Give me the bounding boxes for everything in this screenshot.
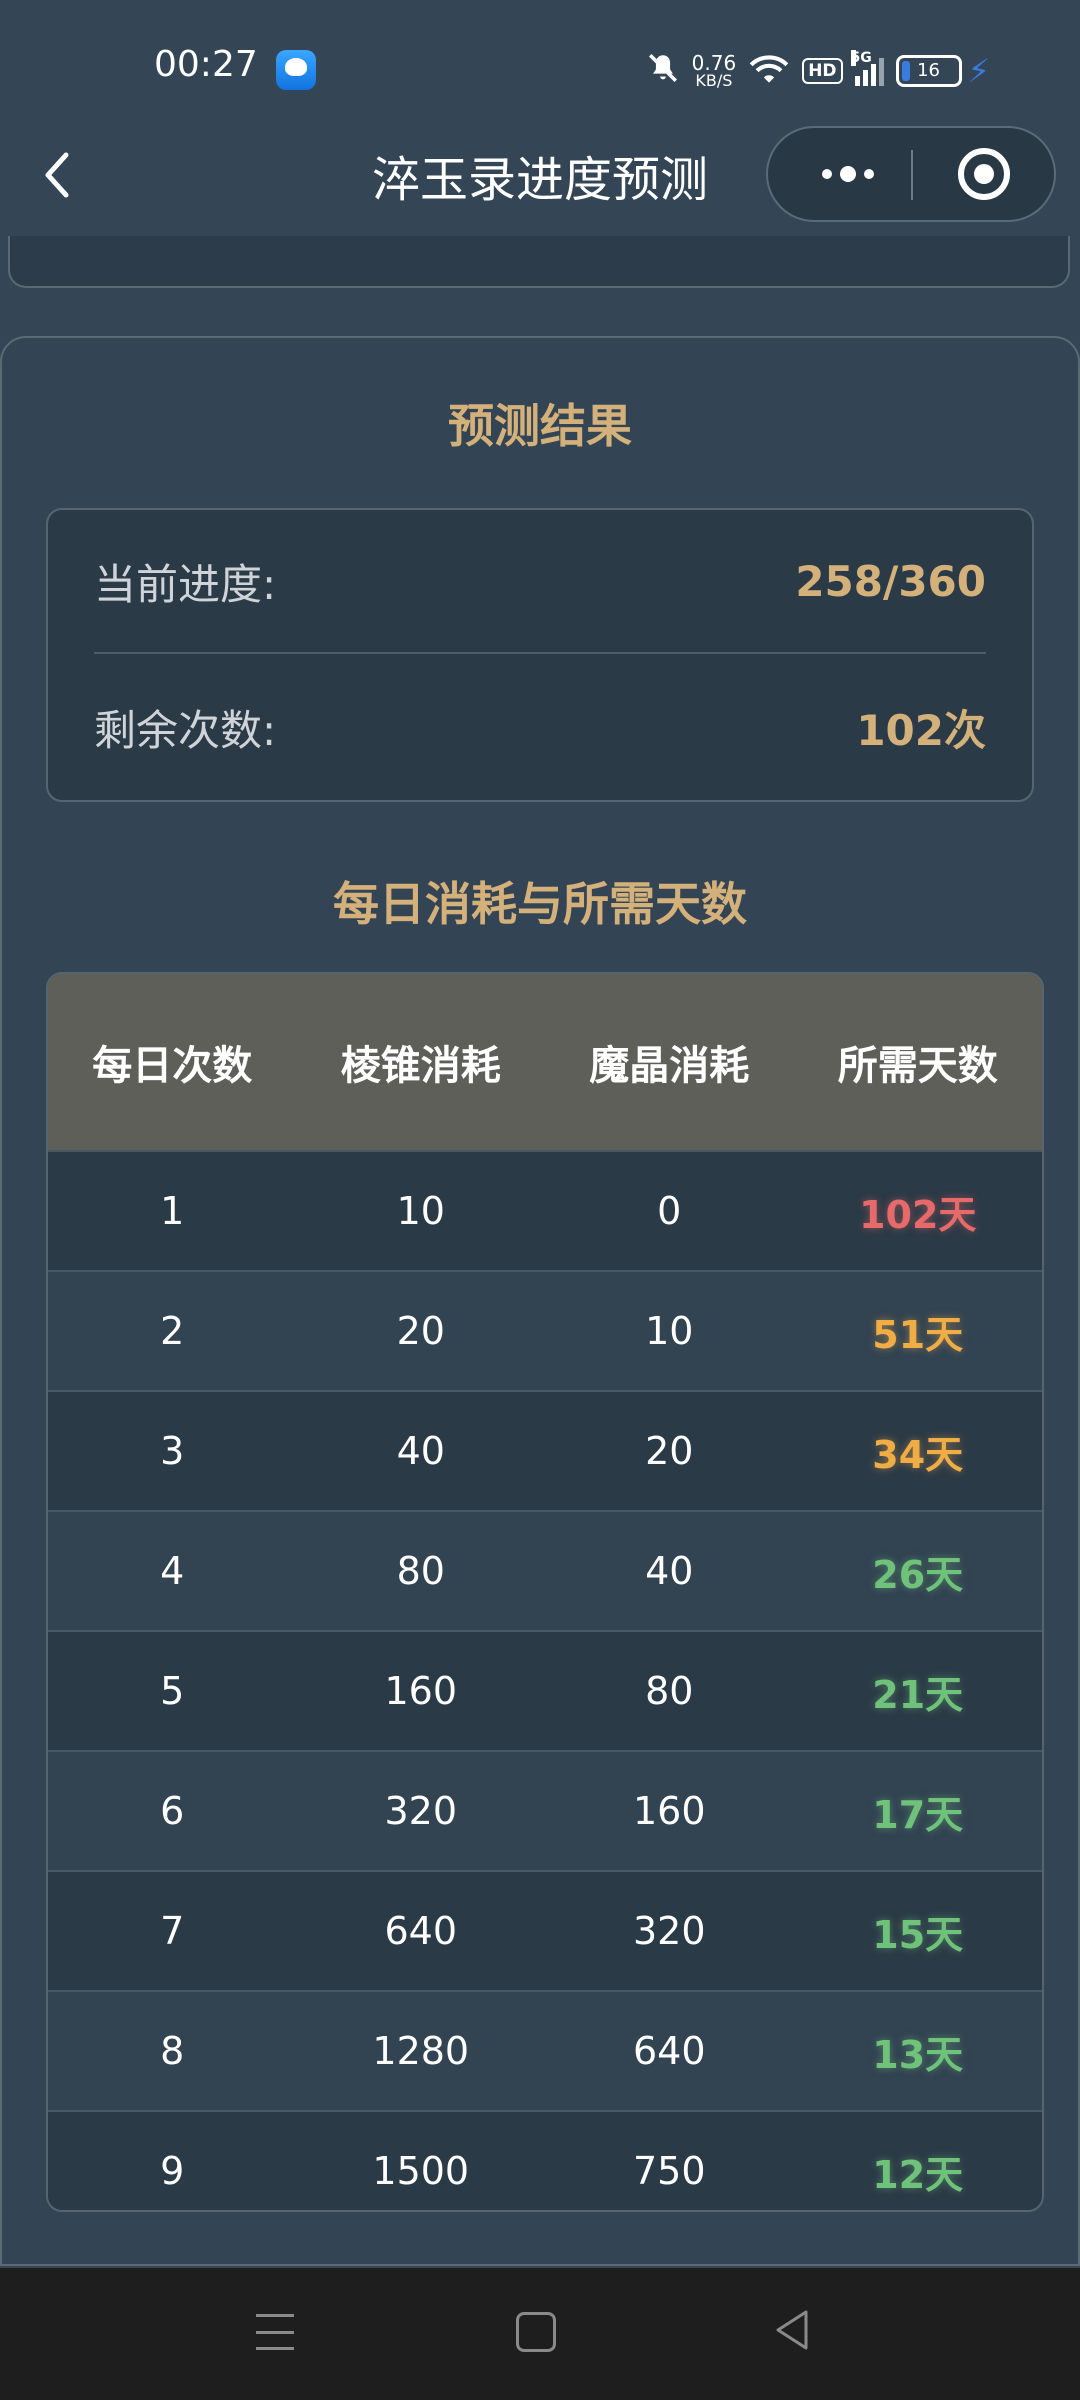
table-row: 5 160 80 21天 bbox=[48, 1630, 1042, 1750]
progress-row: 当前进度: 258/360 bbox=[94, 510, 986, 654]
table-row: 6 320 160 17天 bbox=[48, 1750, 1042, 1870]
cell-pyramid: 20 bbox=[396, 1309, 445, 1353]
cell-count: 1 bbox=[160, 1189, 185, 1233]
table-header: 每日次数 棱锥消耗 魔晶消耗 所需天数 bbox=[48, 974, 1042, 1150]
table-row: 3 40 20 34天 bbox=[48, 1390, 1042, 1510]
cell-count: 9 bbox=[160, 2149, 185, 2193]
cell-crystal: 750 bbox=[632, 2149, 706, 2193]
capsule-divider bbox=[911, 150, 913, 200]
cell-count: 5 bbox=[160, 1669, 185, 1713]
remaining-label: 剩余次数: bbox=[94, 705, 277, 755]
cell-crystal: 320 bbox=[632, 1909, 706, 1953]
app-notification-icon bbox=[276, 50, 316, 90]
recent-apps-icon[interactable] bbox=[256, 2314, 294, 2350]
progress-value: 258/360 bbox=[795, 556, 986, 606]
close-target-icon[interactable] bbox=[958, 148, 1010, 200]
hd-badge: HD bbox=[802, 58, 843, 84]
consumption-table: 每日次数 棱锥消耗 魔晶消耗 所需天数 1 10 0 102天 2 20 10 … bbox=[46, 972, 1044, 2212]
battery-level: 16 bbox=[917, 60, 940, 81]
battery-icon: 16 bbox=[895, 55, 962, 87]
table-title: 每日消耗与所需天数 bbox=[333, 877, 747, 931]
cell-days: 17天 bbox=[872, 1792, 964, 1837]
signal-icon: 5G bbox=[850, 50, 884, 86]
cell-pyramid: 1280 bbox=[372, 2029, 470, 2073]
back-triangle-icon[interactable] bbox=[772, 2308, 812, 2352]
cell-crystal: 20 bbox=[645, 1429, 694, 1473]
status-time: 00:27 bbox=[154, 44, 258, 85]
cell-days: 26天 bbox=[872, 1552, 964, 1597]
mute-bell-icon bbox=[646, 51, 680, 92]
header-pyramid-cost: 棱锥消耗 bbox=[340, 1043, 501, 1089]
table-row: 7 640 320 15天 bbox=[48, 1870, 1042, 1990]
net-speed-unit: KB/S bbox=[695, 71, 733, 90]
more-icon[interactable] bbox=[808, 128, 888, 220]
cell-pyramid: 10 bbox=[396, 1189, 445, 1233]
table-row: 9 1500 750 12天 bbox=[48, 2110, 1042, 2210]
network-type: 5G bbox=[850, 50, 872, 66]
progress-box: 当前进度: 258/360 剩余次数: 102次 bbox=[46, 508, 1034, 802]
remaining-value: 102次 bbox=[856, 705, 986, 755]
cell-days: 13天 bbox=[872, 2032, 964, 2077]
table-row: 8 1280 640 13天 bbox=[48, 1990, 1042, 2110]
progress-label: 当前进度: bbox=[94, 559, 277, 609]
table-row: 1 10 0 102天 bbox=[48, 1150, 1042, 1270]
cell-pyramid: 1500 bbox=[372, 2149, 470, 2193]
table-row: 2 20 10 51天 bbox=[48, 1270, 1042, 1390]
cell-crystal: 640 bbox=[632, 2029, 706, 2073]
cell-days: 12天 bbox=[872, 2152, 964, 2197]
cell-pyramid: 40 bbox=[396, 1429, 445, 1473]
cell-count: 6 bbox=[160, 1789, 185, 1833]
result-card: 预测结果 当前进度: 258/360 剩余次数: 102次 每日消耗与所需天数 … bbox=[0, 336, 1080, 2266]
previous-card bbox=[8, 236, 1070, 288]
status-bar: 00:27 0.76 KB/S HD 5G 16 ⚡ bbox=[0, 0, 1080, 130]
header-crystal-cost: 魔晶消耗 bbox=[589, 1043, 750, 1089]
header-daily-count: 每日次数 bbox=[92, 1043, 253, 1089]
cell-crystal: 80 bbox=[645, 1669, 694, 1713]
cell-count: 7 bbox=[160, 1909, 185, 1953]
table-row: 4 80 40 26天 bbox=[48, 1510, 1042, 1630]
cell-days: 34天 bbox=[872, 1432, 964, 1477]
cell-crystal: 0 bbox=[657, 1189, 682, 1233]
cell-count: 4 bbox=[160, 1549, 185, 1593]
table-body: 1 10 0 102天 2 20 10 51天 3 40 20 34天 4 80… bbox=[48, 1150, 1042, 2210]
cell-pyramid: 160 bbox=[384, 1669, 458, 1713]
result-title: 预测结果 bbox=[448, 399, 632, 453]
net-speed-value: 0.76 bbox=[691, 51, 737, 75]
home-icon[interactable] bbox=[516, 2312, 556, 2352]
cell-days: 21天 bbox=[872, 1672, 964, 1717]
cell-crystal: 40 bbox=[645, 1549, 694, 1593]
status-icons: 0.76 KB/S HD 5G 16 ⚡ bbox=[646, 48, 990, 94]
cell-crystal: 10 bbox=[645, 1309, 694, 1353]
cell-count: 3 bbox=[160, 1429, 185, 1473]
system-nav-bar bbox=[0, 2268, 1080, 2400]
cell-pyramid: 640 bbox=[384, 1909, 458, 1953]
charging-icon: ⚡ bbox=[967, 52, 990, 90]
remaining-row: 剩余次数: 102次 bbox=[94, 654, 986, 800]
wifi-icon bbox=[748, 52, 790, 90]
header-days-needed: 所需天数 bbox=[837, 1043, 998, 1089]
cell-days: 102天 bbox=[859, 1192, 977, 1237]
cell-crystal: 160 bbox=[632, 1789, 706, 1833]
cell-days: 15天 bbox=[872, 1912, 964, 1957]
miniprogram-capsule bbox=[766, 126, 1056, 222]
cell-count: 2 bbox=[160, 1309, 185, 1353]
network-speed: 0.76 KB/S bbox=[692, 53, 737, 89]
cell-days: 51天 bbox=[872, 1312, 964, 1357]
cell-pyramid: 80 bbox=[396, 1549, 445, 1593]
cell-pyramid: 320 bbox=[384, 1789, 458, 1833]
cell-count: 8 bbox=[160, 2029, 185, 2073]
